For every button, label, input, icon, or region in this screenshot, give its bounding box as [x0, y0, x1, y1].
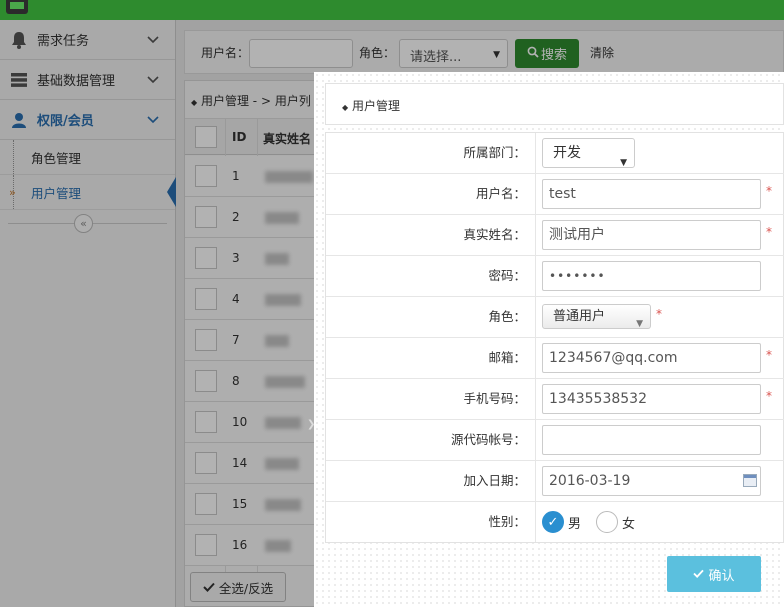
password-field[interactable]: •••••••: [542, 261, 761, 291]
form-row-username: 用户名： test *: [326, 174, 784, 215]
required-mark: *: [766, 225, 772, 239]
gender-female-label: 女: [622, 517, 636, 532]
diamond-icon: ◆: [342, 103, 349, 112]
form-row-gender: 性别： ✓ 男 女: [326, 502, 784, 543]
form-row-department: 所属部门： 开发 ▼: [326, 133, 784, 174]
form-row-password: 密码： •••••••: [326, 256, 784, 297]
modal-resize-handle[interactable]: ❯: [307, 419, 315, 435]
confirm-button-label: 确认: [708, 568, 735, 584]
role-select[interactable]: 普通用户 ▼: [542, 304, 651, 329]
form-row-email: 邮箱： 1234567@qq.com *: [326, 338, 784, 379]
role-selected: 普通用户: [553, 309, 606, 324]
form-row-source-account: 源代码帐号：: [326, 420, 784, 461]
top-bar: [0, 0, 784, 20]
join-date-value: 2016-03-19: [549, 473, 631, 489]
department-label: 所属部门：: [326, 133, 536, 173]
modal-header: ◆ 用户管理: [325, 83, 784, 125]
logo-icon: [6, 0, 28, 14]
gender-male-radio[interactable]: ✓: [542, 511, 564, 533]
required-mark: *: [656, 307, 662, 321]
realname-field[interactable]: 测试用户: [542, 220, 761, 250]
gender-male-label: 男: [568, 517, 582, 532]
gender-label: 性别：: [326, 502, 536, 542]
realname-label: 真实姓名：: [326, 215, 536, 255]
caret-down-icon: ▼: [620, 158, 627, 168]
join-date-field[interactable]: 2016-03-19: [542, 466, 761, 496]
role-label: 角色：: [326, 297, 536, 337]
calendar-icon[interactable]: [743, 474, 757, 487]
email-field[interactable]: 1234567@qq.com: [542, 343, 761, 373]
user-form: 所属部门： 开发 ▼ 用户名： test * 真实姓名： 测试用户 * 密码： …: [325, 132, 784, 543]
required-mark: *: [766, 389, 772, 403]
email-label: 邮箱：: [326, 338, 536, 378]
form-row-join-date: 加入日期： 2016-03-19: [326, 461, 784, 502]
username-label: 用户名：: [326, 174, 536, 214]
source-account-label: 源代码帐号：: [326, 420, 536, 460]
caret-down-icon: ▼: [636, 319, 643, 329]
department-selected: 开发: [553, 145, 581, 161]
form-row-realname: 真实姓名： 测试用户 *: [326, 215, 784, 256]
modal-title: 用户管理: [351, 99, 400, 113]
username-field[interactable]: test: [542, 179, 761, 209]
check-icon: [693, 567, 705, 582]
department-select[interactable]: 开发 ▼: [542, 138, 635, 168]
required-mark: *: [766, 348, 772, 362]
join-date-label: 加入日期：: [326, 461, 536, 501]
user-edit-modal: ◆ 用户管理 所属部门： 开发 ▼ 用户名： test * 真实姓名： 测试用户…: [314, 72, 784, 607]
phone-label: 手机号码：: [326, 379, 536, 419]
password-label: 密码：: [326, 256, 536, 296]
confirm-button[interactable]: 确认: [667, 556, 761, 592]
phone-field[interactable]: 13435538532: [542, 384, 761, 414]
source-account-field[interactable]: [542, 425, 761, 455]
gender-female-radio[interactable]: [596, 511, 618, 533]
form-row-phone: 手机号码： 13435538532 *: [326, 379, 784, 420]
required-mark: *: [766, 184, 772, 198]
form-row-role: 角色： 普通用户 ▼ *: [326, 297, 784, 338]
